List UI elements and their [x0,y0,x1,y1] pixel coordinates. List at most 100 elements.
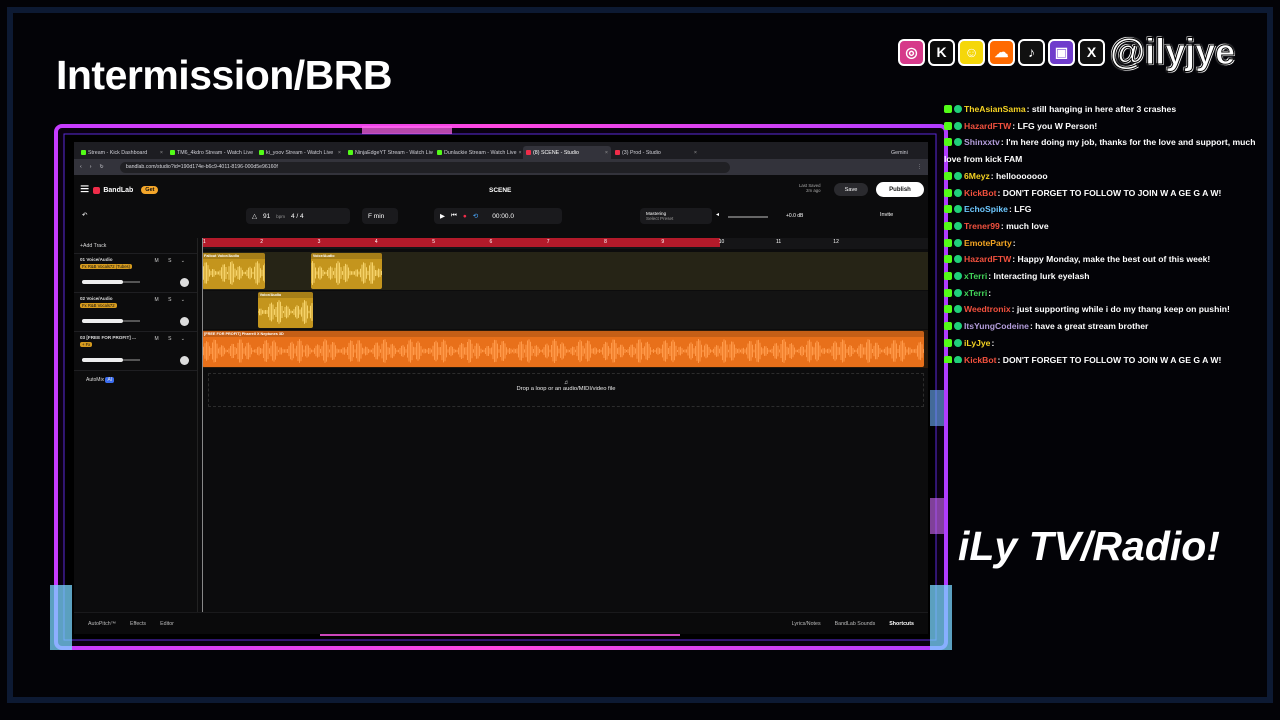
loop-icon[interactable]: ⟲ [473,212,478,220]
undo-icon[interactable]: ↶ [82,211,87,219]
browser-tab[interactable]: Stream - Kick Dashboard × [78,146,166,159]
audio-clip[interactable]: [FREE FOR PROFIT] Pharrell X Neptunes 3D [202,331,924,367]
close-icon[interactable]: × [160,150,163,156]
drop-zone[interactable]: ♫ Drop a loop or an audio/MIDI/video file [208,373,924,407]
playhead[interactable] [202,238,203,634]
autopitch-button[interactable]: AutoPitch™ [88,621,116,627]
pan-knob[interactable] [180,278,189,287]
chat-username[interactable]: 6Meyz [964,171,990,181]
close-icon[interactable]: × [519,150,522,156]
audio-clip[interactable]: Voice/Audio [257,292,314,328]
sounds-button[interactable]: BandLab Sounds [835,621,876,627]
x-icon[interactable]: X [1078,38,1105,66]
close-icon[interactable]: × [694,150,697,156]
chat-username[interactable]: HazardFTW [964,121,1011,131]
publish-button[interactable]: Publish [876,182,924,197]
track-lane[interactable]: Fallout Voice/Audio Voice/Audio [202,252,928,290]
chat-username[interactable]: HazardFTW [964,254,1011,264]
mute-solo-buttons[interactable]: M S ⌄ [155,297,189,303]
gemini-button[interactable]: Gemini [888,146,928,159]
track-fx-chip[interactable]: Fx R&B Vocals72 [80,303,117,308]
bpm-value[interactable]: 91 [263,213,270,220]
address-bar[interactable]: bandlab.com/studio?id=190d174e-b6c9-4011… [119,161,730,173]
lyrics-button[interactable]: Lyrics/Notes [792,621,821,627]
save-button[interactable]: Save [834,183,868,196]
speaker-icon[interactable]: ◂ [716,211,719,218]
audio-clip[interactable]: Voice/Audio [310,253,383,289]
chat-username[interactable]: Trener99 [964,221,1000,231]
chat-username[interactable]: TheAsianSama [964,104,1026,114]
timeline[interactable]: 1 2 3 4 5 6 7 8 9 10 11 12 Fallout Voice/Audio Voice… [202,238,928,604]
track-header[interactable]: 02 Voice/Audio Fx R&B Vocals72 M S ⌄ [74,293,197,332]
automix-row[interactable]: AutoMix AI [74,371,197,389]
chat-username[interactable]: KickBot [964,355,996,363]
effects-button[interactable]: Effects [130,621,146,627]
forward-icon[interactable]: › [90,164,92,170]
chat-username[interactable]: EmoteParty [964,238,1012,248]
kick-icon[interactable]: K [928,38,955,66]
extensions-icon[interactable]: ⋮ [917,164,922,170]
timeline-ruler[interactable]: 1 2 3 4 5 6 7 8 9 10 11 12 [202,238,928,249]
browser-tab[interactable]: NinjaEdgeYT Stream - Watch Live× [345,146,433,159]
track-volume-slider[interactable] [82,280,140,284]
record-icon[interactable]: ● [463,213,467,220]
invite-button[interactable]: Invite [880,212,893,218]
play-icon[interactable]: ▶ [440,212,445,220]
pan-knob[interactable] [180,317,189,326]
chat-text: : DON'T FORGET TO FOLLOW TO JOIN W A GE … [997,354,1222,363]
track-fx-chip[interactable]: Fx R&B Vocals72 (Tubes) [80,264,133,269]
track-volume-slider[interactable] [82,358,140,362]
browser-tab[interactable]: (3) Prod - Studio × [612,146,700,159]
track-header[interactable]: 01 Voice/Audio Fx R&B Vocals72 (Tubes) M S… [74,254,197,293]
shortcuts-button[interactable]: Shortcuts [889,621,914,627]
chat-username[interactable]: xTerri [964,271,987,281]
track-volume-slider[interactable] [82,319,140,323]
chat-panel: TheAsianSama: still hanging in here afte… [944,101,1260,363]
browser-tab[interactable]: Dunlackie Stream - Watch Live × [434,146,522,159]
snapchat-icon[interactable]: ☺ [958,38,985,66]
tiktok-icon[interactable]: ♪ [1018,38,1045,66]
get-button[interactable]: Get [141,186,159,194]
time-signature[interactable]: 4 / 4 [291,213,304,220]
bandlab-logo[interactable]: BandLab [93,186,133,194]
mute-solo-buttons[interactable]: M S ⌄ [155,258,189,264]
chat-username[interactable]: ItsYungCodeine [964,321,1029,331]
track-lane[interactable]: [FREE FOR PROFIT] Pharrell X Neptunes 3D [202,330,928,368]
close-icon[interactable]: × [605,150,608,156]
chat-username[interactable]: EchoSpike [964,204,1008,214]
kick-badge-icon [944,221,952,230]
reload-icon[interactable]: ↻ [99,164,103,170]
chat-username[interactable]: xTerri [964,288,987,298]
chat-username[interactable]: iLyJye [964,338,990,348]
soundcloud-icon[interactable]: ☁ [988,38,1015,66]
loop-region[interactable] [202,238,720,247]
back-icon[interactable]: ‹ [80,164,82,170]
tempo-box[interactable]: △ 91 bpm 4 / 4 [246,208,350,224]
url-text: bandlab.com/studio?id=190d174e-b6c9-4011… [125,164,278,170]
chat-username[interactable]: KickBot [964,188,996,198]
slider-fill [82,319,123,323]
chat-username[interactable]: Shinxxtv [964,137,1000,147]
track-header[interactable]: 03 [FREE FOR PROFIT] ... + Fx M S ⌄ [74,332,197,371]
close-icon[interactable]: × [338,150,341,156]
master-volume-slider[interactable] [728,216,768,218]
waveform [202,261,266,285]
mute-solo-buttons[interactable]: M S ⌄ [155,336,189,342]
track-fx-chip[interactable]: + Fx [80,342,93,347]
browser-tab[interactable]: ki_yoov Stream - Watch Live × [256,146,344,159]
twitch-icon[interactable]: ▣ [1048,38,1075,66]
key-box[interactable]: F min [362,208,398,224]
chat-username[interactable]: Weedtronix [964,304,1011,314]
audio-clip[interactable]: Fallout Voice/Audio [202,253,266,289]
browser-tab[interactable]: (8) SCENE - Studio × [523,146,611,159]
menu-icon[interactable]: ≡ [80,181,89,199]
metronome-icon[interactable]: △ [252,212,257,220]
mastering-box[interactable]: Mastering Select Preset [640,208,712,224]
track-lane[interactable]: Voice/Audio [202,291,928,329]
editor-button[interactable]: Editor [160,621,174,627]
add-track-button[interactable]: + Add Track [74,238,197,254]
instagram-icon[interactable]: ◎ [898,38,925,66]
browser-tab[interactable]: TM6_4kdro Stream - Watch Live× [167,146,255,159]
skip-back-icon[interactable]: ⏮ [451,212,457,220]
pan-knob[interactable] [180,356,189,365]
